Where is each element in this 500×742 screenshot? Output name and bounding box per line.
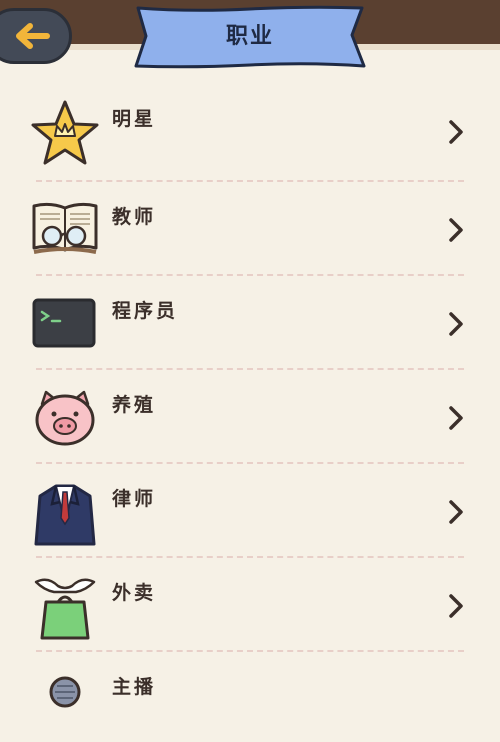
suit-icon <box>30 478 100 548</box>
list-item-label: 养殖 <box>112 394 157 416</box>
list-item-label: 外卖 <box>112 582 157 604</box>
list-item-lawyer[interactable]: 律师 <box>0 460 500 554</box>
title-banner: 职业 <box>130 2 370 72</box>
chevron-right-icon <box>449 594 463 618</box>
chevron-right-icon <box>449 500 463 524</box>
delivery-bag-icon <box>30 572 100 642</box>
chevron-right-icon <box>449 120 463 144</box>
chevron-right-icon <box>449 312 463 336</box>
pig-icon <box>30 384 100 454</box>
list-item-label: 律师 <box>112 488 157 510</box>
back-arrow-icon <box>16 23 50 49</box>
list-item-streamer[interactable]: 主播 <box>0 648 500 742</box>
list-item-teacher[interactable]: 教师 <box>0 178 500 272</box>
chevron-right-icon <box>449 406 463 430</box>
list-item-label: 程序员 <box>112 300 179 322</box>
list-item-farming[interactable]: 养殖 <box>0 366 500 460</box>
book-glasses-icon <box>30 196 100 266</box>
list-item-programmer[interactable]: 程序员 <box>0 272 500 366</box>
streamer-icon <box>30 666 100 736</box>
list-item-delivery[interactable]: 外卖 <box>0 554 500 648</box>
list-item-label: 教师 <box>112 206 157 228</box>
list-item-label: 明星 <box>112 108 157 130</box>
page-title: 职业 <box>225 24 274 49</box>
list-item-label: 主播 <box>112 676 157 698</box>
back-button[interactable] <box>0 8 72 64</box>
star-crown-icon <box>30 98 100 168</box>
terminal-icon <box>30 290 100 360</box>
chevron-right-icon <box>449 218 463 242</box>
list-item-star[interactable]: 明星 <box>0 80 500 174</box>
